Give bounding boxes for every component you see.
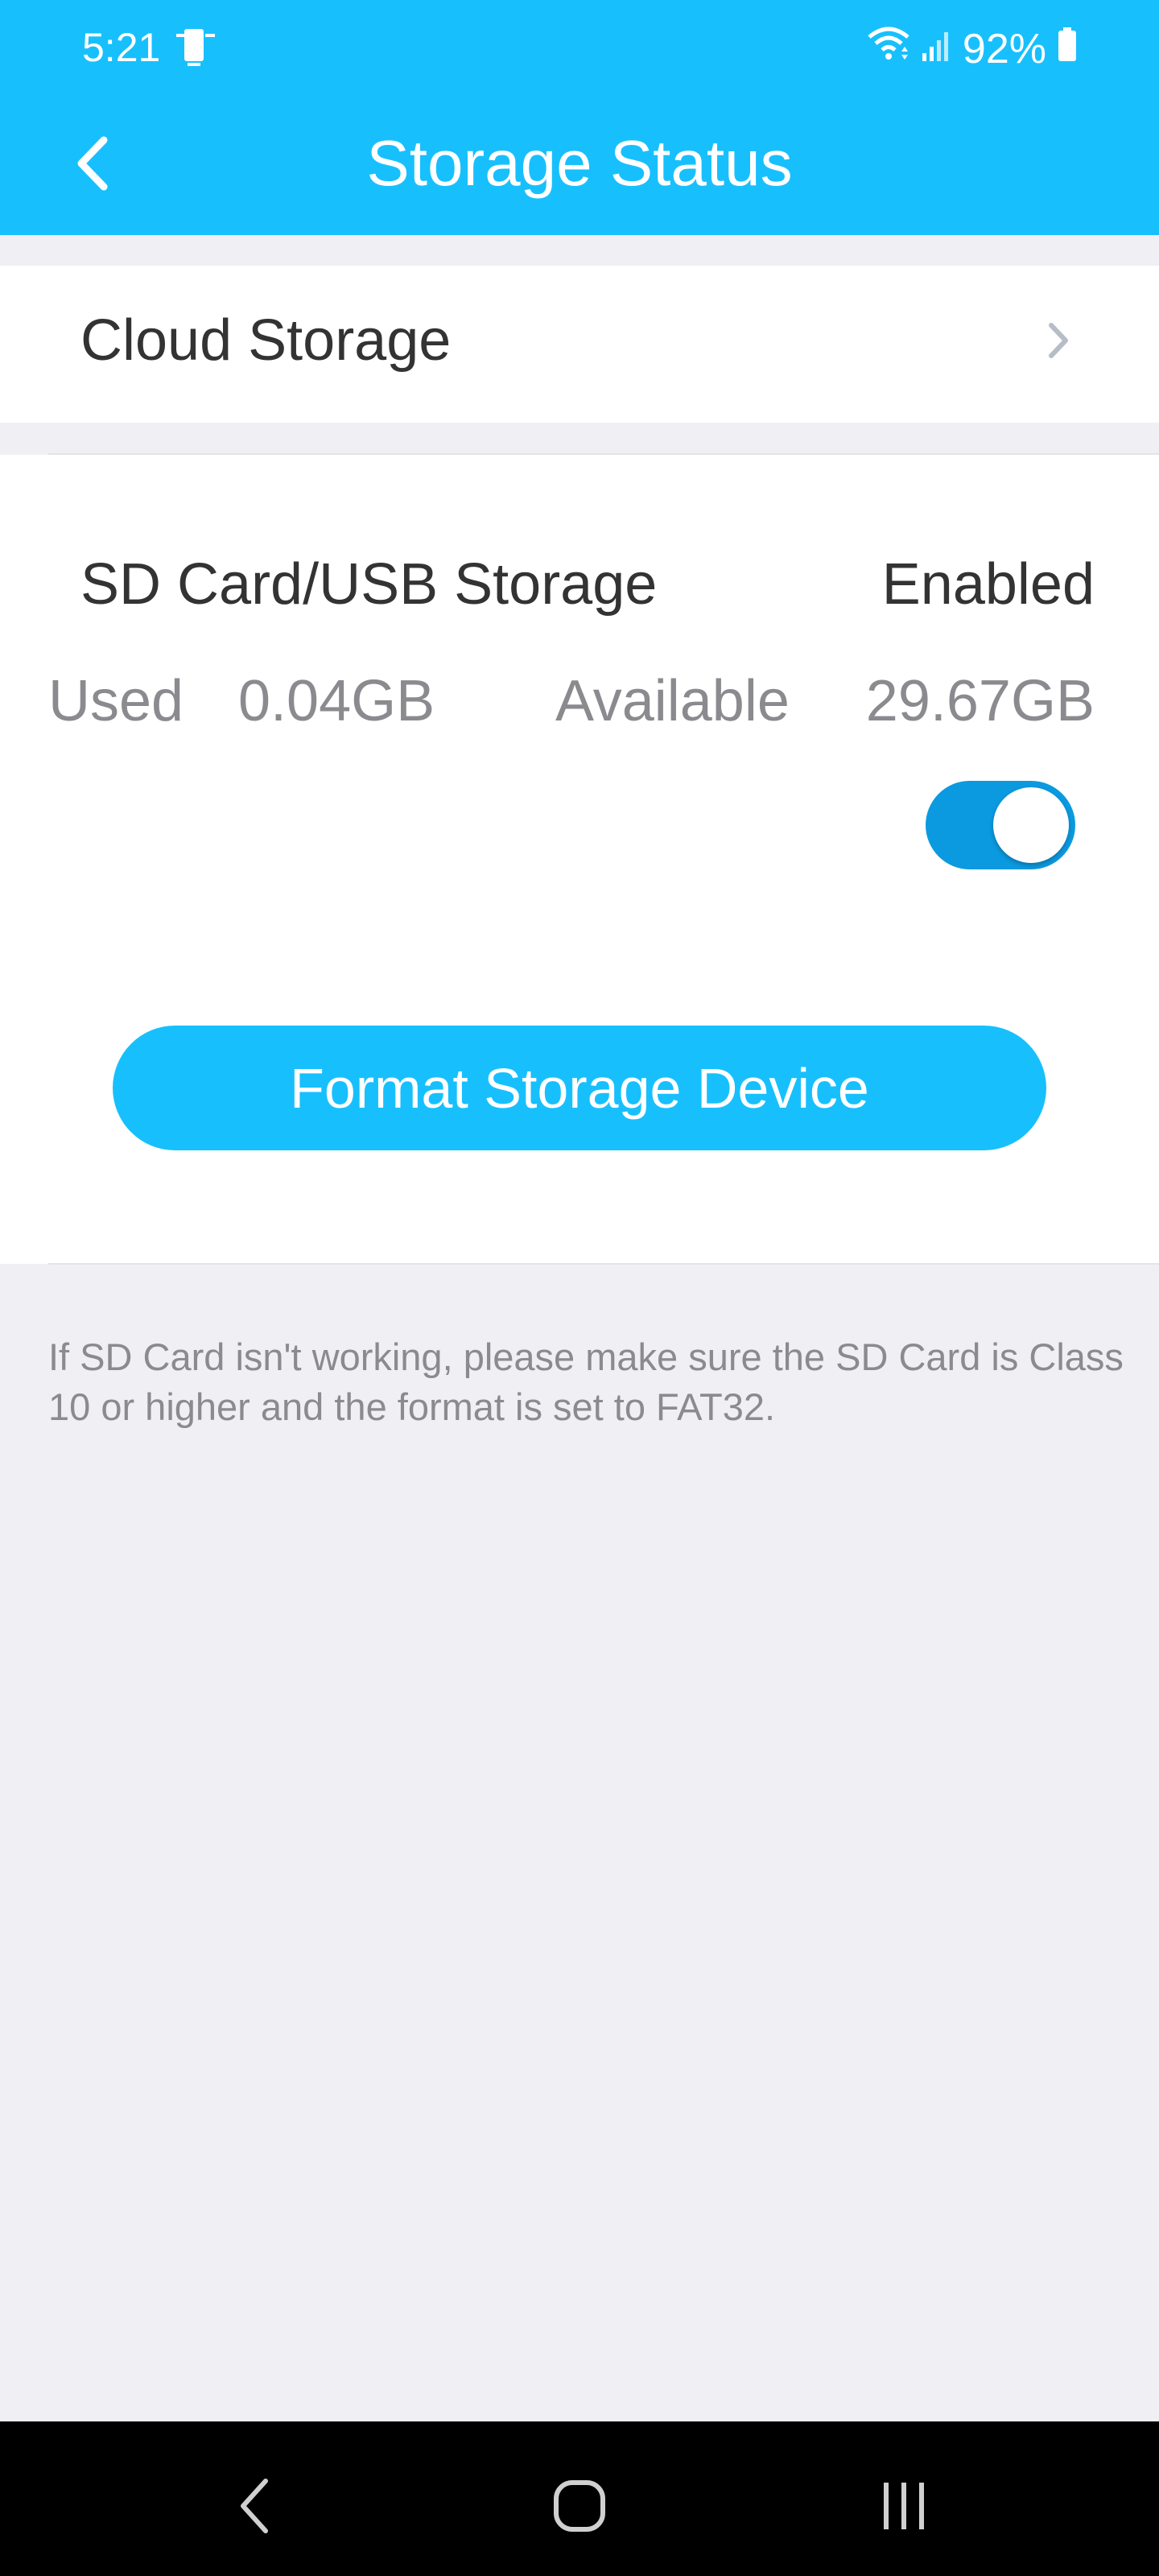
status-bar: 5:21 92% <box>0 0 1159 97</box>
cloud-storage-label: Cloud Storage <box>80 308 452 373</box>
page-title: Storage Status <box>366 127 793 199</box>
used-value: 0.04GB <box>238 669 435 733</box>
nav-home-icon <box>554 2480 605 2532</box>
nav-back-icon <box>241 2479 268 2533</box>
format-storage-button[interactable]: Format Storage Device <box>113 1026 1046 1150</box>
device-sync-icon <box>173 26 218 75</box>
nav-back-button[interactable] <box>211 2462 299 2550</box>
status-time: 5:21 <box>82 25 161 70</box>
wifi-icon <box>866 24 911 73</box>
available-value: 29.67GB <box>865 669 1095 733</box>
nav-recent-apps-button[interactable] <box>860 2462 948 2550</box>
battery-icon <box>1056 25 1079 73</box>
system-nav-bar <box>0 2421 1159 2576</box>
chevron-right-icon <box>1046 320 1070 365</box>
cloud-storage-row[interactable]: Cloud Storage <box>0 266 1159 423</box>
storage-stats: Used 0.04GB Available 29.67GB <box>48 668 1095 741</box>
toggle-knob <box>993 787 1069 863</box>
app-bar: Storage Status <box>0 97 1159 235</box>
status-indicators: 92% <box>866 24 1079 73</box>
available-label: Available <box>555 669 790 733</box>
nav-recent-apps-icon <box>884 2483 924 2529</box>
signal-icon <box>921 25 953 73</box>
sd-storage-title: SD Card/USB Storage <box>80 552 658 617</box>
sd-storage-card: SD Card/USB Storage Enabled Used 0.04GB … <box>0 455 1159 1264</box>
battery-label: 92% <box>962 25 1046 72</box>
divider <box>48 1263 1159 1265</box>
sd-storage-toggle[interactable] <box>926 781 1075 869</box>
used-label: Used <box>48 669 184 733</box>
sd-storage-status: Enabled <box>881 552 1095 617</box>
sd-card-hint: If SD Card isn't working, please make su… <box>48 1335 1124 1428</box>
nav-home-button[interactable] <box>535 2462 624 2550</box>
